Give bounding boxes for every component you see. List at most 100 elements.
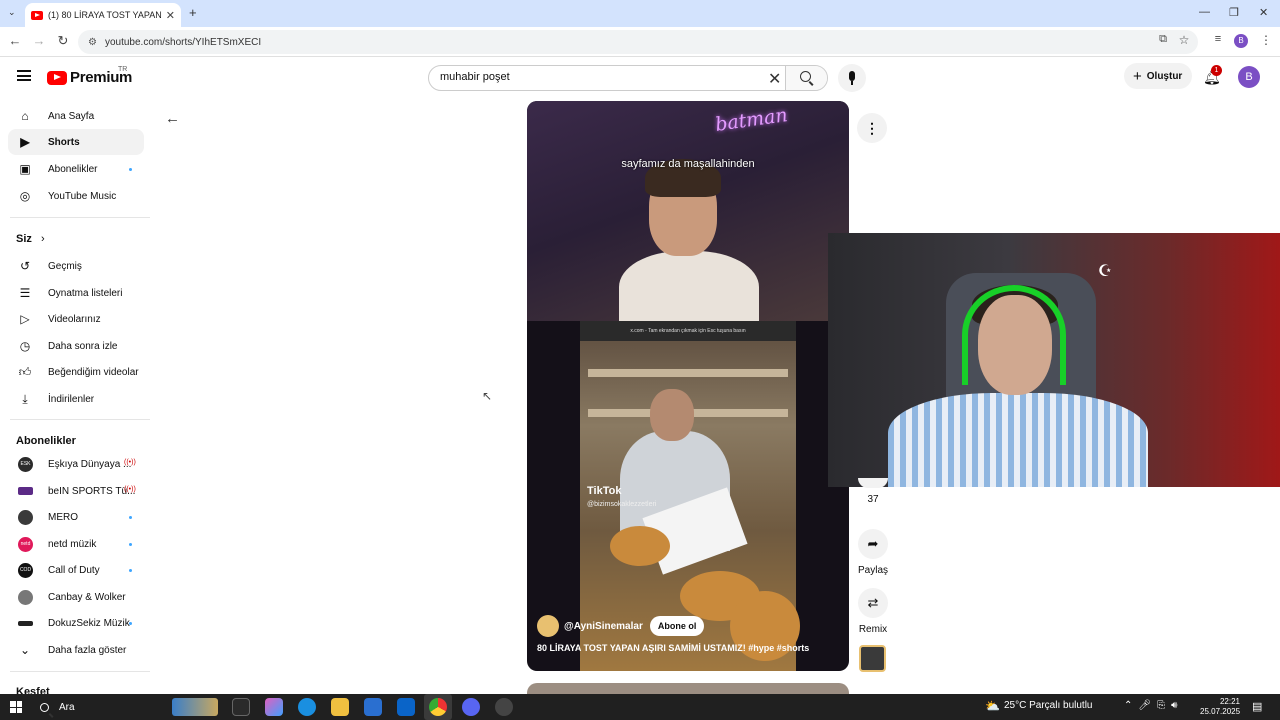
search-button[interactable] [785, 66, 827, 90]
crescent-star-icon: ☪ [1097, 263, 1113, 280]
sidebar-channel-item[interactable]: DokuzSekiz Müzik [8, 610, 144, 636]
sidebar-item-home[interactable]: ⌂ Ana Sayfa [8, 103, 144, 129]
browser-tab[interactable]: (1) 80 LİRAYA TOST YAPAN A ✕ [25, 3, 181, 27]
sidebar-item-subscriptions[interactable]: ▣ Abonelikler [8, 156, 144, 182]
search-highlight-image [172, 698, 218, 716]
close-tab-icon[interactable]: ✕ [166, 9, 175, 22]
copilot-icon[interactable] [265, 698, 283, 716]
close-window-icon[interactable]: ✕ [1259, 6, 1268, 19]
sidebar-item-downloads[interactable]: ⤓ İndirilenler [8, 386, 144, 412]
guide-menu-icon[interactable] [17, 70, 31, 81]
sidebar-item-shorts[interactable]: ▶ Shorts [8, 129, 144, 155]
windows-start-icon[interactable] [10, 701, 22, 713]
new-tab-icon[interactable]: + [189, 5, 197, 20]
sidebar-item-label: YouTube Music [48, 190, 117, 202]
notification-center-icon[interactable]: ▤ [1252, 700, 1262, 713]
task-view-icon[interactable] [232, 698, 250, 716]
sound-thumbnail[interactable] [859, 645, 886, 672]
outlook-icon[interactable] [397, 698, 415, 716]
restore-icon[interactable]: ❐ [1229, 6, 1239, 19]
tab-search-chevron-icon[interactable]: ⌄ [8, 7, 16, 18]
url-field[interactable]: ⚙ youtube.com/shorts/YIhETSmXECI [78, 30, 1198, 54]
obs-icon[interactable] [495, 698, 513, 716]
channel-avatar [18, 487, 33, 495]
search-box[interactable]: muhabir poşet ✕ [428, 65, 828, 91]
youtube-header: Premium TR muhabir poşet ✕ + Oluştur 🔔︎ … [0, 57, 1280, 99]
discord-icon[interactable] [462, 698, 480, 716]
sidebar-item-label: Daha sonra izle [48, 340, 118, 352]
channel-name[interactable]: @AyniSinemalar [564, 621, 643, 632]
file-explorer-icon[interactable] [331, 698, 349, 716]
sidebar-item-playlists[interactable]: ☰ Oynatma listeleri [8, 280, 144, 306]
bookmark-star-icon[interactable]: ☆ [1176, 33, 1192, 47]
sidebar-channel-item[interactable]: ESK Eşkıya Dünyaya ... ((•)) [8, 451, 144, 477]
comment-icon [858, 478, 888, 488]
sidebar-channel-item[interactable]: COD Call of Duty [8, 557, 144, 583]
notifications-button[interactable]: 🔔︎ 1 [1203, 65, 1222, 86]
profile-avatar[interactable]: B [1234, 34, 1248, 48]
tiktok-watermark: TikTok [587, 485, 622, 497]
cook-head [650, 389, 694, 441]
comments-action[interactable]: 37 [857, 478, 889, 505]
url-text: youtube.com/shorts/YIhETSmXECI [104, 36, 262, 48]
youtube-premium-logo[interactable]: Premium TR [47, 66, 132, 86]
back-arrow-icon[interactable]: ← [165, 110, 180, 127]
shorts-video-player[interactable]: batman sayfamız da maşallahinden x.com -… [527, 101, 849, 671]
remix-action[interactable]: ⇄ Remix [857, 588, 889, 635]
notification-badge: 1 [1211, 65, 1222, 76]
channel-avatar [18, 589, 33, 605]
streamer-shirt [888, 393, 1148, 487]
sidebar-channel-item[interactable]: MERO [8, 504, 144, 530]
more-options-button[interactable]: ⋮ [857, 113, 887, 143]
create-label: Oluştur [1146, 70, 1183, 82]
weather-text[interactable]: 25°C Parçalı bulutlu [1004, 700, 1093, 711]
media-controls-icon[interactable]: ≡ [1210, 33, 1226, 45]
forward-icon[interactable]: → [31, 33, 47, 48]
new-content-dot [129, 543, 132, 546]
video-caption: sayfamız da maşallahinden [621, 158, 755, 170]
edge-icon[interactable] [298, 698, 316, 716]
comments-count: 37 [867, 494, 879, 505]
new-content-dot [129, 168, 132, 171]
you-section-heading[interactable]: Siz › [16, 233, 45, 245]
voice-search-button[interactable] [838, 64, 866, 92]
reload-icon[interactable]: ↻ [55, 33, 71, 49]
minimize-icon[interactable]: — [1199, 6, 1210, 18]
sidebar-item-liked-videos[interactable]: 👍︎ Beğendiğim videolar [8, 359, 144, 385]
browser-menu-icon[interactable]: ⋮ [1258, 33, 1274, 47]
clear-search-icon[interactable]: ✕ [768, 69, 781, 89]
sidebar-item-youtube-music[interactable]: ◎ YouTube Music [8, 183, 144, 209]
install-app-icon[interactable]: ⧉ [1155, 33, 1171, 46]
green-headset [962, 285, 1066, 385]
search-input[interactable]: muhabir poşet [440, 71, 510, 83]
show-more-button[interactable]: ⌄ Daha fazla göster [8, 637, 144, 663]
store-icon[interactable] [364, 698, 382, 716]
taskbar-clock[interactable]: 22:21 25.07.2025 [1200, 697, 1240, 717]
plus-icon: + [1133, 67, 1142, 85]
playlists-icon: ☰ [19, 286, 31, 300]
sidebar-channel-item[interactable]: netd netd müzik [8, 531, 144, 557]
sidebar-channel-item[interactable]: Canbay & Wolker [8, 584, 144, 610]
share-action[interactable]: ➦ Paylaş [857, 529, 889, 576]
video-title[interactable]: 80 LİRAYA TOST YAPAN AŞIRI SAMİMİ USTAMI… [537, 643, 809, 653]
channel-avatar[interactable] [537, 615, 559, 637]
back-icon[interactable]: ← [7, 33, 23, 48]
remix-icon: ⇄ [858, 588, 888, 618]
sidebar-item-label: Canbay & Wolker [48, 591, 126, 603]
channel-avatar [18, 509, 33, 525]
sidebar-item-your-videos[interactable]: ▷ Videolarınız [8, 306, 144, 332]
new-content-dot [129, 516, 132, 519]
subscriptions-icon: ▣ [19, 162, 31, 176]
sidebar-item-history[interactable]: ↺ Geçmiş [8, 253, 144, 279]
divider [10, 671, 150, 672]
picture-in-picture-window[interactable]: ☪ [828, 233, 1280, 487]
sidebar-item-watch-later[interactable]: ◷ Daha sonra izle [8, 333, 144, 359]
subscribe-button[interactable]: Abone ol [649, 616, 705, 636]
account-avatar[interactable]: B [1238, 66, 1260, 88]
taskbar-search[interactable]: Ara [32, 697, 222, 717]
create-button[interactable]: + Oluştur [1124, 63, 1192, 89]
chrome-icon[interactable] [429, 698, 447, 716]
site-info-icon[interactable]: ⚙ [88, 37, 97, 48]
sidebar-channel-item[interactable]: beIN SPORTS Tü... ((•)) [8, 478, 144, 504]
system-tray-icons[interactable]: ⌃🎤︎⎘🔊︎ [1124, 700, 1183, 711]
